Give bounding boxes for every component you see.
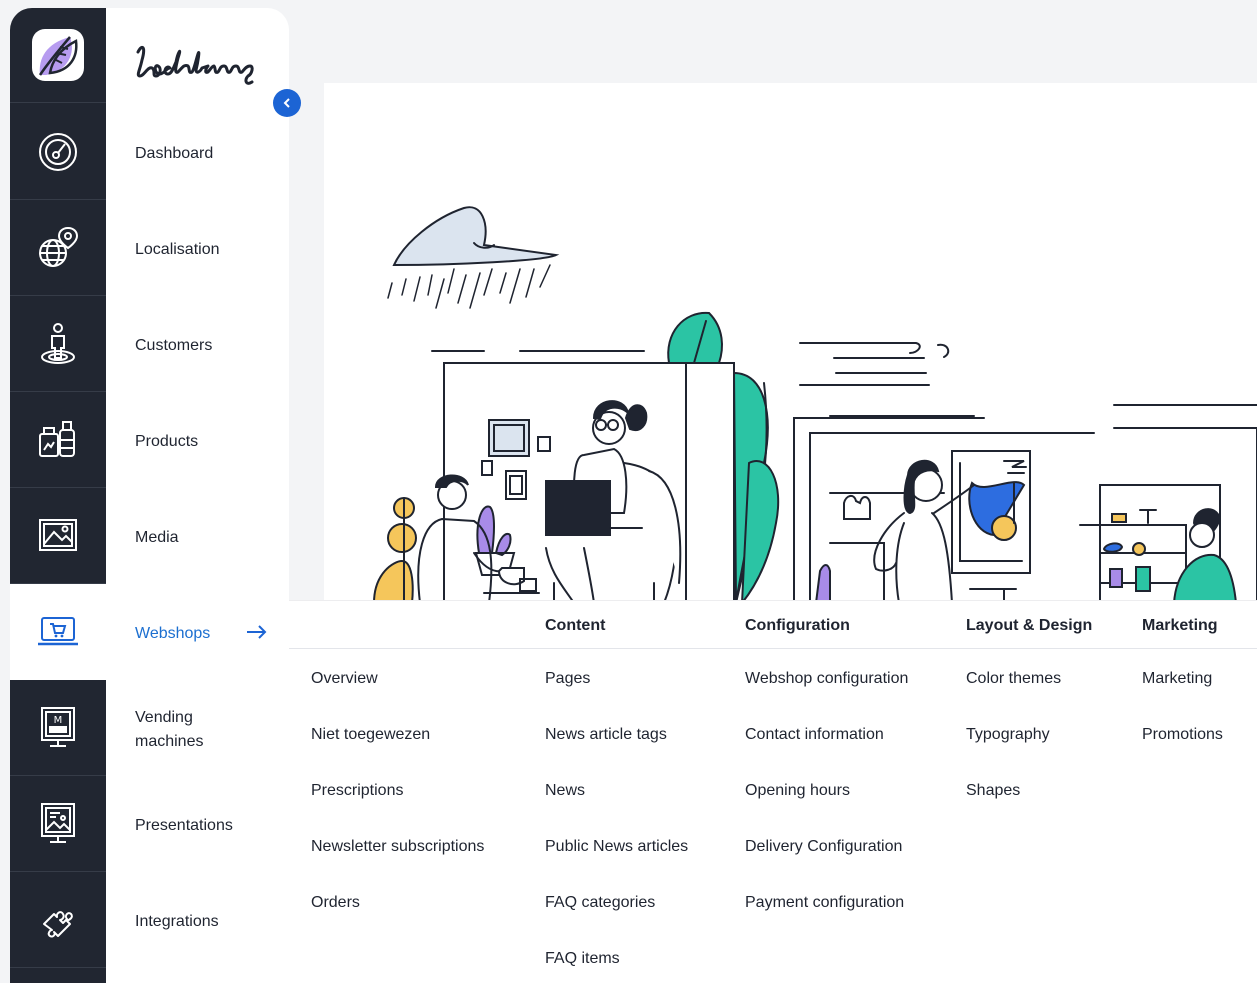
menu-link-webshop-configuration[interactable]: Webshop configuration [745, 670, 908, 688]
menu-link-prescriptions[interactable]: Prescriptions [311, 782, 403, 800]
menu-link-newsletter-subscriptions[interactable]: Newsletter subscriptions [311, 838, 484, 856]
menu-link-public-news-articles[interactable]: Public News articles [545, 838, 688, 856]
webshops-mega-menu: Content Configuration Layout & Design Ma… [289, 601, 1257, 983]
menu-link-faq-items[interactable]: FAQ items [545, 950, 620, 968]
marketing-column-heading: Marketing [1142, 617, 1218, 634]
person-pin-icon [41, 322, 75, 364]
office-illustration [372, 206, 1257, 603]
menu-link-orders[interactable]: Orders [311, 894, 360, 912]
nav-label-panel: lochting Dashboard Localisation Customer… [106, 8, 289, 983]
menu-link-overview[interactable]: Overview [311, 670, 378, 688]
presentation-screen-icon [41, 802, 75, 843]
nav-label-media[interactable]: Media [135, 526, 179, 550]
icon-rail: M [10, 8, 106, 983]
dashboard-gauge-icon [39, 132, 77, 171]
menu-link-news[interactable]: News [545, 782, 585, 800]
menu-link-color-themes[interactable]: Color themes [966, 670, 1061, 688]
mega-menu-divider [289, 648, 1257, 649]
leaf-logo-icon [32, 29, 84, 81]
media-image-icon [39, 518, 77, 551]
configuration-column-heading: Configuration [745, 617, 850, 634]
products-jars-icon [39, 420, 75, 457]
nav-label-presentations[interactable]: Presentations [135, 814, 233, 838]
menu-link-promotions[interactable]: Promotions [1142, 726, 1223, 744]
chevron-left-icon [283, 98, 290, 108]
rail-vending-machines[interactable]: M [10, 680, 106, 776]
nav-label-localisation[interactable]: Localisation [135, 238, 220, 262]
globe-pin-icon [39, 226, 79, 267]
arrow-right-icon [247, 625, 267, 639]
nav-label-integrations[interactable]: Integrations [135, 910, 219, 934]
rail-dashboard[interactable] [10, 104, 106, 200]
brand-wordmark: lochting [136, 45, 254, 85]
webshop-laptop-cart-icon [38, 617, 78, 646]
nav-label-products[interactable]: Products [135, 430, 198, 454]
nav-label-customers[interactable]: Customers [135, 334, 212, 358]
app-logo[interactable] [10, 8, 106, 103]
svg-text:M: M [54, 715, 63, 726]
rail-media[interactable] [10, 488, 106, 584]
layout-design-column-heading: Layout & Design [966, 617, 1093, 634]
content-column-heading: Content [545, 617, 606, 634]
rail-products[interactable] [10, 392, 106, 488]
menu-link-opening-hours[interactable]: Opening hours [745, 782, 850, 800]
nav-label-dashboard[interactable]: Dashboard [135, 142, 213, 166]
rail-customers[interactable] [10, 296, 106, 392]
menu-link-delivery-configuration[interactable]: Delivery Configuration [745, 838, 902, 856]
menu-link-faq-categories[interactable]: FAQ categories [545, 894, 655, 912]
collapse-sidebar-button[interactable] [273, 89, 301, 117]
menu-link-payment-configuration[interactable]: Payment configuration [745, 894, 904, 912]
menu-link-marketing[interactable]: Marketing [1142, 670, 1212, 688]
nav-label-vending-machines[interactable]: Vending machines [135, 706, 245, 754]
menu-link-typography[interactable]: Typography [966, 726, 1050, 744]
rail-integrations[interactable] [10, 872, 106, 968]
menu-link-shapes[interactable]: Shapes [966, 782, 1020, 800]
vending-machine-icon: M [41, 706, 75, 747]
main-content [324, 83, 1257, 603]
rail-webshops[interactable] [10, 584, 106, 680]
rail-presentations[interactable] [10, 776, 106, 872]
menu-link-niet-toegewezen[interactable]: Niet toegewezen [311, 726, 430, 744]
rail-localisation[interactable] [10, 200, 106, 296]
menu-link-pages[interactable]: Pages [545, 670, 590, 688]
puzzle-icon [43, 910, 73, 937]
menu-link-contact-information[interactable]: Contact information [745, 726, 884, 744]
nav-label-webshops[interactable]: Webshops [135, 622, 210, 646]
menu-link-news-article-tags[interactable]: News article tags [545, 726, 667, 744]
